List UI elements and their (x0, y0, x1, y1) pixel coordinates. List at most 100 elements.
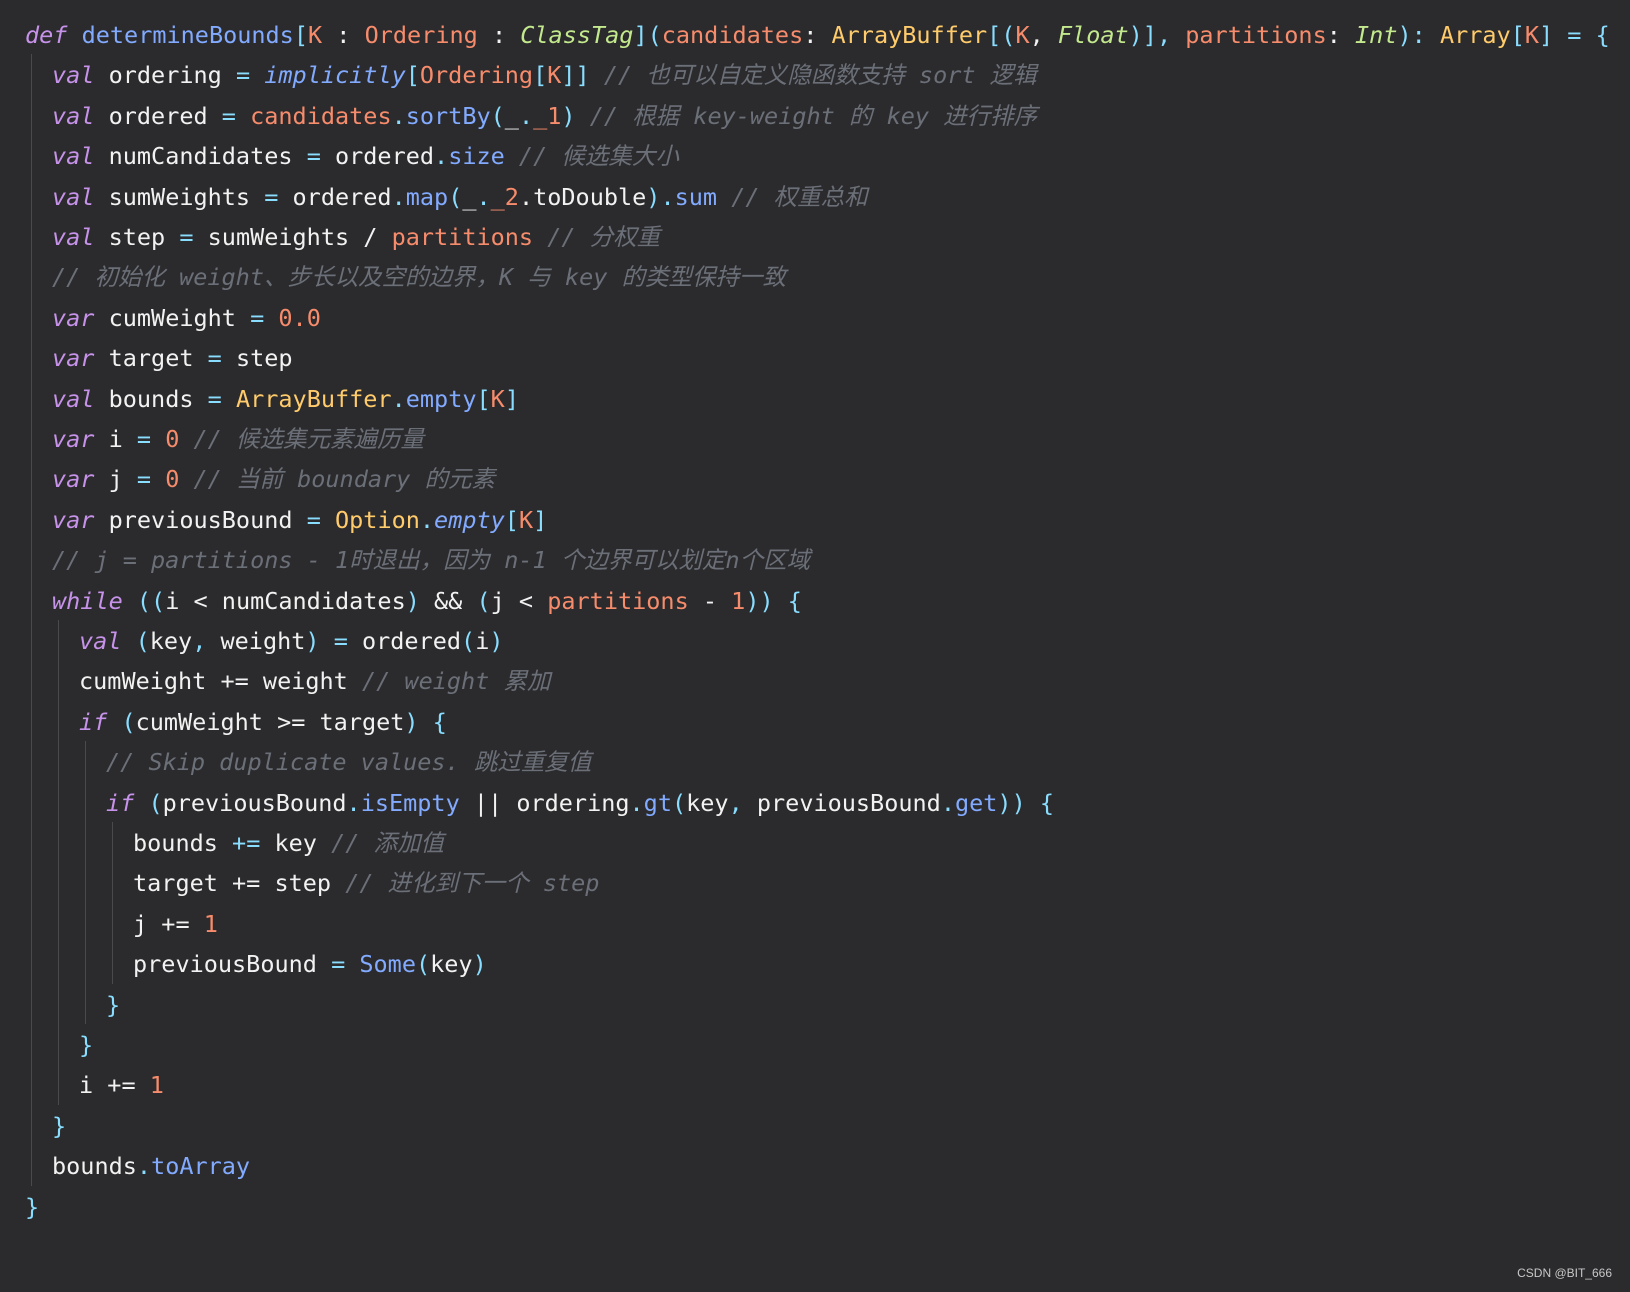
code-token: gt (643, 788, 672, 817)
code-line: while ((i < numCandidates) && (j < parti… (0, 580, 1630, 622)
code-token: weight (220, 627, 306, 655)
code-token: . (391, 182, 406, 211)
code-token: } (25, 1192, 40, 1221)
code-token: cumWeight += weight (79, 667, 348, 696)
code-token: val (79, 627, 122, 655)
code-token: ordering (94, 61, 236, 90)
code-token: var (52, 344, 95, 373)
code-token: ordered (278, 182, 392, 211)
code-token: key (149, 627, 193, 655)
code-token: . (629, 788, 644, 817)
code-token: } (106, 990, 121, 1019)
indent-guide (85, 741, 86, 1024)
code-token: ) (305, 627, 334, 655)
code-token: ) { (404, 707, 447, 736)
code-line: // Skip duplicate values. 跳过重复值 (0, 741, 1630, 783)
code-token: partitions (547, 586, 689, 615)
code-token: val (52, 142, 95, 171)
code-line: var i = 0 // 候选集元素遍历量 (0, 418, 1630, 460)
code-token: previousBound (756, 788, 941, 817)
code-token: var (52, 425, 95, 453)
code-token: = (235, 61, 251, 90)
code-token: j < (490, 586, 548, 615)
code-token: determineBounds (81, 21, 294, 49)
code-token: ( (671, 788, 687, 817)
code-line: if (previousBound.isEmpty || ordering.gt… (0, 782, 1630, 824)
indent-guide (112, 822, 113, 984)
code-token: j += (133, 909, 204, 938)
code-token: Float (1057, 21, 1129, 49)
code-token: ): (1397, 21, 1440, 49)
code-token: // 也可以自定义隐函数支持 sort 逻辑 (589, 61, 1037, 90)
code-token: . (391, 384, 406, 413)
code-token: , (192, 627, 221, 655)
code-token: val (52, 223, 95, 251)
watermark: CSDN @BIT_666 (1517, 1266, 1612, 1280)
code-token: // 候选集大小 (504, 142, 679, 171)
code-token: sum (674, 182, 718, 211)
code-token: i += (79, 1071, 150, 1100)
code-token: K (1524, 21, 1539, 49)
code-token: : (1326, 21, 1356, 49)
code-line: if (cumWeight >= target) { (0, 701, 1630, 743)
code-token: i < numCandidates (165, 586, 406, 615)
code-token: 0.0 (278, 303, 321, 332)
code-token: sortBy (405, 101, 491, 130)
code-token: K (1015, 21, 1030, 49)
code-line: var target = step (0, 337, 1630, 379)
code-token: candidates (661, 21, 804, 49)
code-token: = (306, 505, 321, 534)
code-token: ( (415, 950, 431, 979)
code-line: j += 1 (0, 903, 1630, 945)
code-token: var (52, 303, 95, 332)
code-token: .toDouble (518, 182, 647, 211)
code-token: ]] (561, 61, 590, 90)
code-token: bounds (52, 1152, 137, 1181)
code-token: step (221, 344, 293, 373)
code-token: [( (987, 21, 1016, 49)
code-token: ( (476, 586, 491, 615)
code-token: // j = partitions - 1时退出，因为 n-1 个边界可以划定n… (52, 546, 811, 575)
code-token: = (250, 303, 265, 332)
code-token: : (322, 21, 365, 49)
code-token: toArray (151, 1152, 251, 1181)
code-token: _ (504, 101, 519, 130)
code-token: // 进化到下一个 step (331, 869, 600, 898)
code-token: , (728, 788, 757, 817)
code-token: 1 (203, 909, 218, 938)
code-token: implicitly (264, 61, 406, 90)
code-line: val step = sumWeights / partitions // 分权… (0, 216, 1630, 258)
code-token: while (52, 586, 123, 615)
code-token: get (954, 788, 998, 817)
code-token: 0 (165, 465, 180, 494)
code-token: ordered (94, 101, 222, 130)
code-token: ) (561, 101, 576, 130)
code-token: += (232, 829, 261, 857)
code-token: bounds (133, 829, 233, 857)
code-token: [ (1510, 21, 1525, 49)
code-token: . (940, 788, 955, 817)
code-line: val bounds = ArrayBuffer.empty[K] (0, 378, 1630, 420)
code-token: // 根据 key-weight 的 key 进行排序 (575, 101, 1038, 130)
code-token: )) { (997, 788, 1055, 817)
code-token: val (52, 384, 95, 413)
code-token: = (207, 384, 222, 413)
code-token: empty (405, 384, 477, 413)
code-token: numCandidates (94, 142, 307, 171)
code-token: ) (405, 586, 435, 615)
code-token: = (306, 142, 321, 171)
code-line: var previousBound = Option.empty[K] (0, 499, 1630, 541)
code-token: _ (462, 182, 477, 211)
code-token: empty (434, 505, 505, 534)
code-token: )) { (745, 586, 802, 615)
code-token: . (476, 182, 491, 211)
code-token: cumWeight (94, 303, 251, 332)
code-token: key (260, 829, 317, 857)
code-line: var cumWeight = 0.0 (0, 297, 1630, 339)
code-line: cumWeight += weight // weight 累加 (0, 660, 1630, 702)
code-line: target += step // 进化到下一个 step (0, 862, 1630, 904)
code-token: // weight 累加 (347, 667, 551, 696)
code-token: ] (504, 384, 519, 413)
